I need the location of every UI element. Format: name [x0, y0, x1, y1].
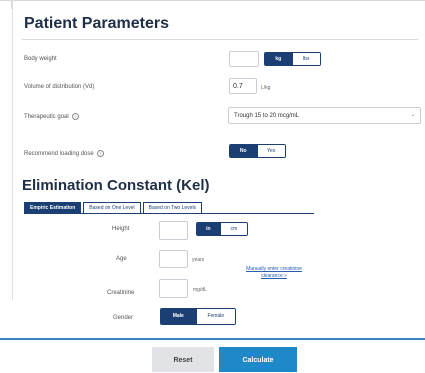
help-icon[interactable]: ?	[71, 113, 79, 120]
body-weight-label: Body weight	[24, 56, 57, 62]
tab-underline	[24, 213, 314, 214]
patient-parameters-heading: Patient Parameters	[24, 15, 169, 32]
height-unit-toggle: in cm	[196, 222, 248, 236]
therapeutic-goal-value: Trough 15 to 20 mcg/mL	[234, 113, 300, 119]
age-label: Age	[116, 256, 127, 262]
therapeutic-goal-label: Therapeutic goal?	[24, 113, 79, 120]
loading-dose-label: Recommend loading dose?	[24, 150, 104, 157]
chevron-down-icon: ⌄	[410, 112, 415, 118]
creatinine-unit: mg/dL	[193, 287, 207, 293]
body-weight-input[interactable]	[229, 51, 259, 67]
unit-in-option[interactable]: in	[197, 223, 220, 235]
creatinine-label: Creatinine	[107, 290, 135, 296]
height-input[interactable]	[159, 221, 188, 240]
vd-value: 0.7	[233, 83, 243, 90]
vd-label: Volume of distribution (Vd)	[24, 84, 95, 90]
age-input[interactable]	[159, 250, 188, 268]
vd-input[interactable]: 0.7	[229, 78, 257, 94]
patient-heading-rule	[22, 39, 418, 40]
gender-toggle: Male Female	[160, 308, 236, 325]
unit-kg-option[interactable]: kg	[265, 53, 292, 65]
unit-lbs-option[interactable]: lbs	[291, 53, 320, 65]
therapeutic-goal-text: Therapeutic goal	[24, 114, 69, 121]
vd-unit: L/kg	[261, 85, 271, 91]
loading-dose-toggle: No Yes	[229, 144, 286, 158]
gender-male-option[interactable]: Male	[161, 309, 196, 324]
actions-divider	[0, 338, 425, 340]
loading-no-option[interactable]: No	[230, 145, 257, 157]
manual-creatinine-clearance-link[interactable]: Manually enter creatinine clearance »	[238, 266, 310, 280]
height-label: Height	[112, 226, 130, 232]
therapeutic-goal-select[interactable]: Trough 15 to 20 mcg/mL ⌄	[228, 107, 421, 124]
loading-dose-text: Recommend loading dose	[24, 151, 94, 158]
reset-button[interactable]: Reset	[152, 347, 214, 372]
elimination-constant-heading: Elimination Constant (Kel)	[22, 177, 210, 194]
calculate-button[interactable]: Calculate	[219, 347, 297, 372]
age-unit: years	[192, 257, 205, 263]
top-border-notch	[0, 1, 12, 9]
unit-cm-option[interactable]: cm	[219, 223, 247, 235]
loading-yes-option[interactable]: Yes	[256, 145, 285, 157]
gender-label: Gender	[113, 315, 134, 321]
gender-female-option[interactable]: Female	[195, 309, 235, 324]
body-weight-unit-toggle: kg lbs	[264, 52, 321, 66]
creatinine-input[interactable]	[159, 279, 188, 298]
help-icon[interactable]: ?	[96, 150, 104, 157]
